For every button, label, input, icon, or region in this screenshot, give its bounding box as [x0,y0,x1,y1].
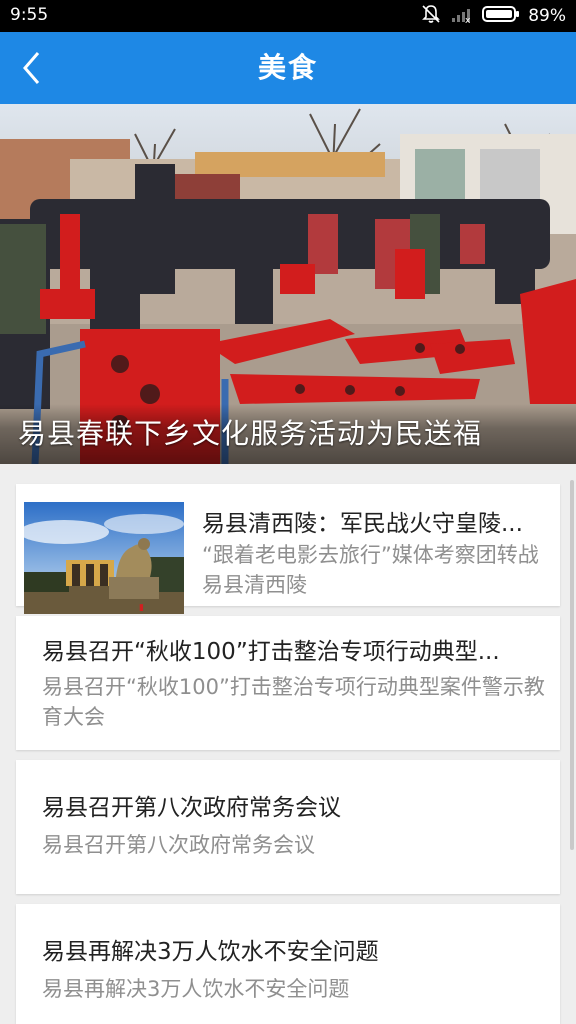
mausoleum-image: ▮ [24,502,184,614]
svg-text:x: x [465,16,471,24]
battery-percent: 89% [528,6,566,26]
news-title: 易县召开第八次政府常务会议 [42,795,341,821]
svg-text:▮: ▮ [139,603,144,613]
news-item-4[interactable]: 易县再解决3万人饮水不安全问题 易县再解决3万人饮水不安全问题 [16,904,560,1024]
hero-banner[interactable]: 易县春联下乡文化服务活动为民送福 [0,104,576,464]
news-summary: 易县再解决3万人饮水不安全问题 [42,977,350,1001]
news-thumbnail: ▮ [24,502,184,614]
news-item-2[interactable]: 易县召开“秋收100”打击整治专项行动典型... 易县召开“秋收100”打击整治… [16,616,560,750]
mute-icon [420,3,442,30]
scrollbar[interactable] [570,480,574,850]
status-time: 9:55 [10,5,49,25]
hero-caption: 易县春联下乡文化服务活动为民送福 [0,404,576,464]
app-bar: 美食 [0,32,576,104]
news-summary: “跟着老电影去旅行”媒体考察团转战易县清西陵 [202,543,539,597]
status-bar: 9:55 x 89% [0,0,576,32]
news-item-1[interactable]: ▮ 易县清西陵：军民战火守皇陵... “跟着老电影去旅行”媒体考察团转战易县清西… [16,484,560,614]
news-summary: 易县召开“秋收100”打击整治专项行动典型案件警示教育大会 [42,675,545,729]
battery-icon [482,5,520,28]
page-title: 美食 [257,51,318,84]
news-title: 易县清西陵：军民战火守皇陵... [202,511,523,537]
news-title: 易县召开“秋收100”打击整治专项行动典型... [42,639,500,665]
news-title: 易县再解决3万人饮水不安全问题 [42,939,379,965]
hero-caption-text: 易县春联下乡文化服务活动为民送福 [18,417,483,450]
news-item-3[interactable]: 易县召开第八次政府常务会议 易县召开第八次政府常务会议 [16,760,560,894]
status-icons: x 89% [420,3,566,30]
news-summary: 易县召开第八次政府常务会议 [42,833,315,857]
signal-off-icon: x [450,4,474,29]
